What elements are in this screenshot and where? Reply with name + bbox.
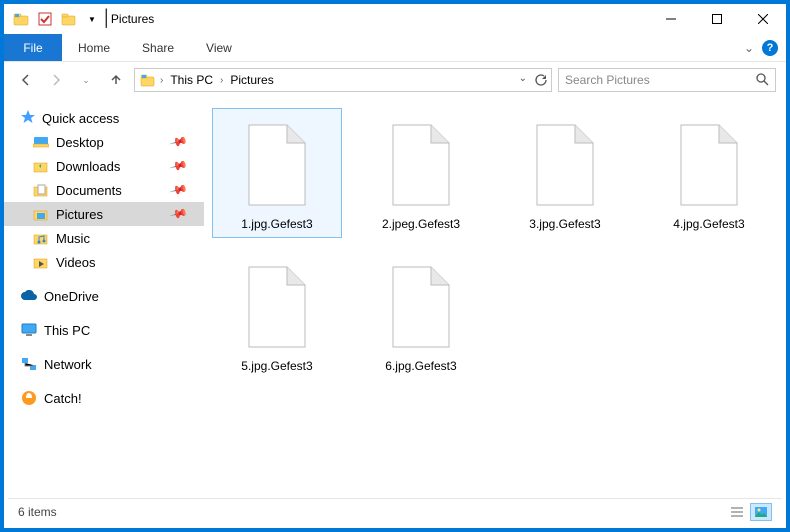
forward-button[interactable]	[44, 68, 68, 92]
file-name: 6.jpg.Gefest3	[385, 359, 456, 373]
videos-icon	[32, 254, 50, 270]
details-view-button[interactable]	[726, 503, 748, 521]
help-button[interactable]: ?	[762, 40, 778, 56]
network-icon	[20, 356, 38, 372]
file-icon	[668, 115, 750, 215]
star-icon	[20, 109, 36, 128]
recent-dropdown-icon[interactable]: ⌄	[74, 68, 98, 92]
file-icon	[236, 257, 318, 357]
tab-view[interactable]: View	[190, 34, 248, 61]
sidebar-item-label: Desktop	[56, 135, 104, 150]
qat-newfolder-icon[interactable]	[58, 8, 80, 30]
sidebar-item-label: OneDrive	[44, 289, 99, 304]
minimize-button[interactable]	[648, 4, 694, 34]
file-list-pane[interactable]: 1.jpg.Gefest3 2.jpeg.Gefest3 3.jpg.Gefest3…	[204, 98, 786, 502]
refresh-button[interactable]	[533, 73, 547, 87]
navigation-pane: Quick access Desktop 📌 Downloads 📌 Docum…	[4, 98, 204, 502]
onedrive-icon	[20, 288, 38, 304]
file-icon	[380, 115, 462, 215]
file-name: 1.jpg.Gefest3	[241, 217, 312, 231]
quick-access-label: Quick access	[42, 111, 119, 126]
file-name: 3.jpg.Gefest3	[529, 217, 600, 231]
pictures-icon	[32, 206, 50, 222]
breadcrumb-root[interactable]: This PC	[166, 73, 217, 87]
sidebar-item-downloads[interactable]: Downloads 📌	[4, 154, 204, 178]
catch-icon	[20, 390, 38, 406]
breadcrumb-sep: ›	[159, 75, 164, 86]
music-icon	[32, 230, 50, 246]
pin-icon: 📌	[169, 204, 189, 224]
file-item[interactable]: 1.jpg.Gefest3	[212, 108, 342, 238]
sidebar-network[interactable]: Network	[4, 352, 204, 376]
tab-home[interactable]: Home	[62, 34, 126, 61]
file-icon	[236, 115, 318, 215]
maximize-button[interactable]	[694, 4, 740, 34]
address-dropdown-icon[interactable]: ⌄	[519, 73, 527, 87]
sidebar-item-desktop[interactable]: Desktop 📌	[4, 130, 204, 154]
thumbnails-view-button[interactable]	[750, 503, 772, 521]
file-item[interactable]: 4.jpg.Gefest3	[644, 108, 774, 238]
sidebar-item-label: Catch!	[44, 391, 82, 406]
ribbon-collapse-icon[interactable]: ⌄	[744, 41, 754, 55]
file-item[interactable]: 5.jpg.Gefest3	[212, 250, 342, 380]
sidebar-item-label: Documents	[56, 183, 122, 198]
file-item[interactable]: 3.jpg.Gefest3	[500, 108, 630, 238]
sidebar-item-pictures[interactable]: Pictures 📌	[4, 202, 204, 226]
file-icon	[380, 257, 462, 357]
sidebar-item-documents[interactable]: Documents 📌	[4, 178, 204, 202]
item-count: 6 items	[18, 505, 57, 519]
search-icon[interactable]	[755, 72, 769, 89]
window-title: Pictures	[103, 12, 154, 26]
file-name: 2.jpeg.Gefest3	[382, 217, 460, 231]
search-input[interactable]: Search Pictures	[558, 68, 776, 92]
file-icon	[524, 115, 606, 215]
location-icon	[139, 72, 157, 88]
sidebar-item-videos[interactable]: Videos	[4, 250, 204, 274]
quick-access-root[interactable]: Quick access	[4, 106, 204, 130]
ribbon-tabs: File Home Share View ⌄ ?	[4, 34, 786, 62]
sidebar-catch[interactable]: Catch!	[4, 386, 204, 410]
sidebar-thispc[interactable]: This PC	[4, 318, 204, 342]
close-button[interactable]	[740, 4, 786, 34]
sidebar-item-music[interactable]: Music	[4, 226, 204, 250]
pin-icon: 📌	[169, 132, 189, 152]
sidebar-item-label: Network	[44, 357, 92, 372]
thispc-icon	[20, 322, 38, 338]
sidebar-item-label: Videos	[56, 255, 96, 270]
file-item[interactable]: 2.jpeg.Gefest3	[356, 108, 486, 238]
file-name: 4.jpg.Gefest3	[673, 217, 744, 231]
search-placeholder: Search Pictures	[565, 73, 650, 87]
pin-icon: 📌	[169, 180, 189, 200]
qat-dropdown-icon[interactable]: ▼	[82, 15, 102, 24]
file-tab[interactable]: File	[4, 34, 62, 61]
documents-icon	[32, 182, 50, 198]
sidebar-item-label: This PC	[44, 323, 90, 338]
back-button[interactable]	[14, 68, 38, 92]
up-button[interactable]	[104, 68, 128, 92]
file-item[interactable]: 6.jpg.Gefest3	[356, 250, 486, 380]
app-icon	[10, 8, 32, 30]
breadcrumb-sep: ›	[219, 75, 224, 86]
status-bar: 6 items	[8, 498, 782, 524]
sidebar-item-label: Downloads	[56, 159, 120, 174]
downloads-icon	[32, 158, 50, 174]
qat-properties-icon[interactable]	[34, 8, 56, 30]
tab-share[interactable]: Share	[126, 34, 190, 61]
breadcrumb-current[interactable]: Pictures	[226, 73, 277, 87]
sidebar-item-label: Pictures	[56, 207, 103, 222]
file-name: 5.jpg.Gefest3	[241, 359, 312, 373]
desktop-icon	[32, 134, 50, 150]
title-bar: ▼ │ Pictures	[4, 4, 786, 34]
address-bar[interactable]: › This PC › Pictures ⌄	[134, 68, 552, 92]
navigation-bar: ⌄ › This PC › Pictures ⌄ Search Pictures	[4, 62, 786, 98]
pin-icon: 📌	[169, 156, 189, 176]
sidebar-onedrive[interactable]: OneDrive	[4, 284, 204, 308]
sidebar-item-label: Music	[56, 231, 90, 246]
